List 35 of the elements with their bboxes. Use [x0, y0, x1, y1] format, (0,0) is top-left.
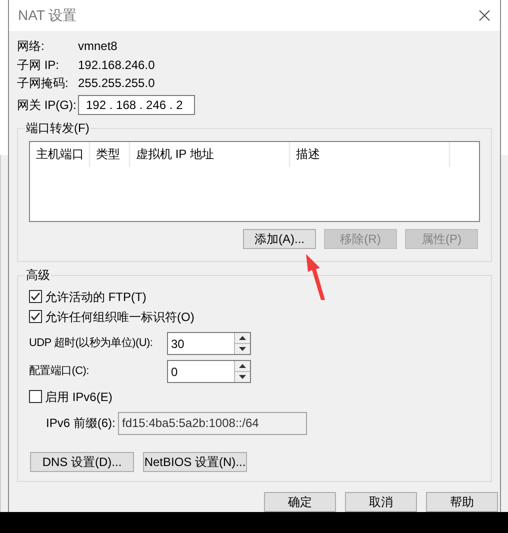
close-icon[interactable]: [479, 10, 490, 21]
checkbox-label: 允许活动的 FTP(T): [45, 288, 146, 306]
column-header[interactable]: 主机端口: [30, 142, 90, 166]
button[interactable]: DNS 设置(D)...: [30, 452, 134, 472]
spin-box[interactable]: 30: [167, 332, 251, 354]
checkbox[interactable]: [29, 310, 42, 323]
field-value: 255.255.255.0: [78, 75, 155, 92]
ip-address-field[interactable]: 192 . 168 . 246 . 2: [78, 94, 195, 114]
checkbox[interactable]: [29, 390, 42, 403]
button[interactable]: 取消: [345, 492, 417, 512]
checkbox-label: 启用 IPv6(E): [45, 388, 112, 406]
list-view[interactable]: 主机端口 类型 虚拟机 IP 地址 描述: [29, 140, 480, 222]
column-header[interactable]: 描述: [290, 142, 450, 166]
group-title: 高级: [25, 268, 51, 282]
arrow-annotation: [304, 254, 326, 300]
checkbox[interactable]: [29, 290, 42, 303]
field-label: 网关 IP(G):: [17, 96, 78, 114]
column-header[interactable]: 类型: [90, 142, 130, 166]
field-label: UDP 超时(以秒为单位)(U):: [29, 336, 154, 351]
button[interactable]: NetBIOS 设置(N)...: [143, 452, 247, 472]
field-label: IPv6 前缀(6):: [46, 415, 116, 432]
field-label: 网络:: [17, 38, 46, 56]
button[interactable]: 添加(A)...: [243, 228, 316, 248]
group-title: 端口转发(F): [25, 120, 90, 134]
field-value: 192.168.246.0: [78, 56, 155, 74]
field-label: 子网 IP:: [17, 56, 60, 74]
field-label: 配置端口(C):: [29, 364, 90, 379]
spin-box[interactable]: 0: [167, 360, 251, 382]
field-value: vmnet8: [78, 38, 118, 56]
checkbox-label: 允许任何组织唯一标识符(O): [45, 308, 194, 326]
column-header[interactable]: 虚拟机 IP 地址: [130, 142, 290, 166]
field-label: 子网掩码:: [17, 75, 70, 92]
button[interactable]: 帮助: [426, 492, 498, 512]
button[interactable]: 确定: [264, 492, 336, 512]
window-title: NAT 设置: [18, 6, 77, 25]
